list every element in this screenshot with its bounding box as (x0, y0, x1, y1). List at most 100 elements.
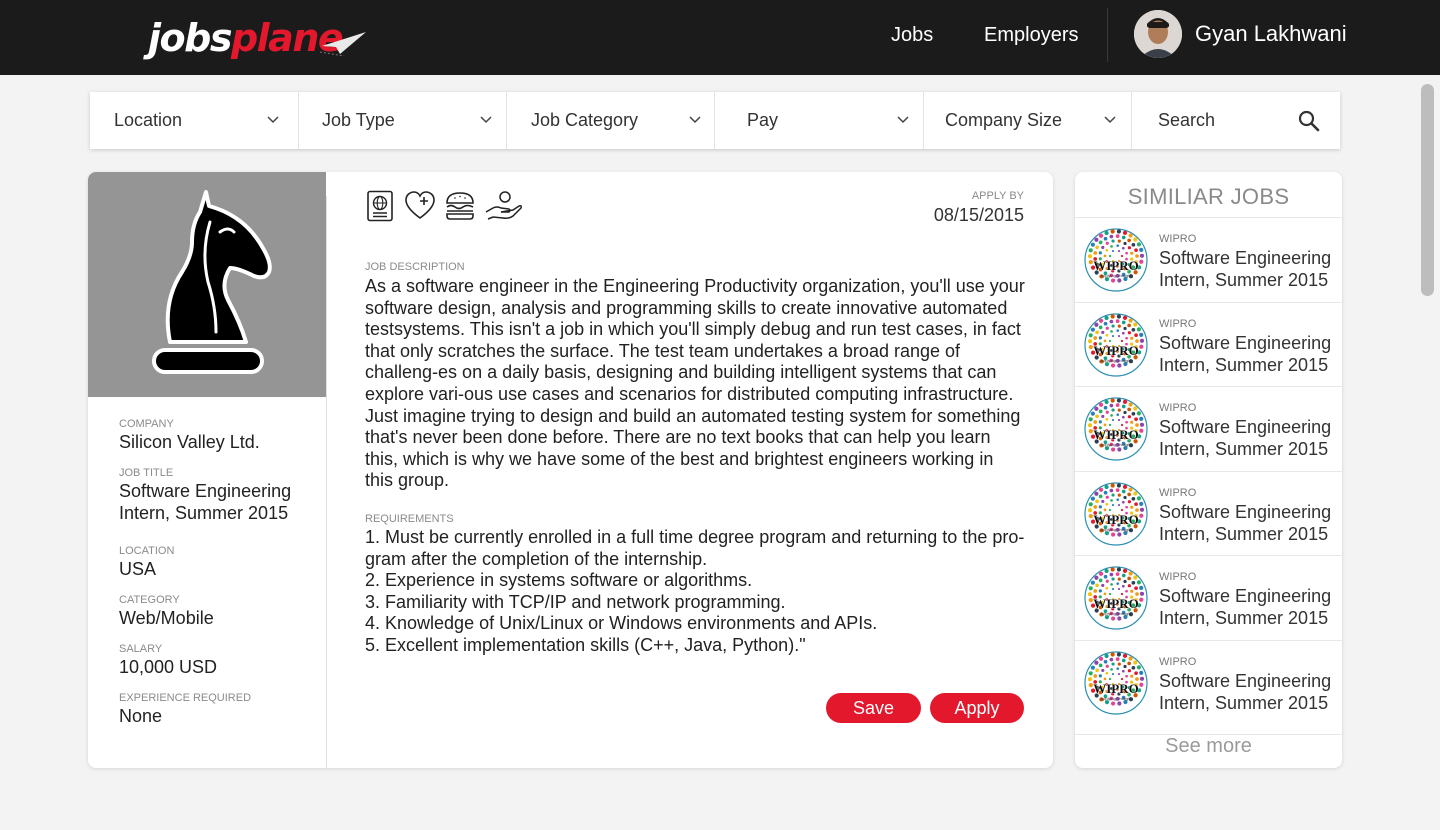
similar-job-title: Software Engineering Intern, Summer 2015 (1159, 586, 1332, 628)
wipro-logo-tagline: Applying Thought (1100, 527, 1132, 532)
filter-job-type-dropdown[interactable]: Job Type (299, 92, 507, 149)
similar-job-item[interactable]: WIPRO Applying Thought WIPRO Software En… (1075, 301, 1342, 387)
similar-job-company: WIPRO (1159, 402, 1197, 414)
scrollbar-thumb[interactable] (1421, 84, 1434, 296)
similar-job-company: WIPRO (1159, 233, 1197, 245)
filter-bar: Location Job Type Job Category Pay Compa… (90, 92, 1340, 149)
similar-jobs-list: WIPRO Applying Thought WIPRO Software En… (1075, 217, 1342, 724)
similar-job-title: Software Engineering Intern, Summer 2015 (1159, 248, 1332, 290)
search-input-placeholder: Search (1158, 110, 1216, 130)
burger-icon (446, 192, 474, 220)
salary-label: SALARY (119, 643, 163, 655)
requirements-label: REQUIREMENTS (365, 513, 454, 525)
category-value: Web/Mobile (119, 608, 214, 628)
see-more-link[interactable]: See more (1075, 734, 1342, 758)
filter-location-dropdown[interactable]: Location (90, 92, 299, 149)
location-label: LOCATION (119, 545, 175, 557)
requirement-item: 3. Familiarity with TCP/IP and network p… (365, 591, 786, 612)
wipro-logo: WIPRO Applying Thought (1084, 228, 1148, 292)
nav-jobs-link[interactable]: Jobs (891, 22, 933, 48)
experience-value: None (119, 706, 163, 726)
chess-knight-icon (152, 190, 272, 374)
logo-part-jobs: jobs (148, 16, 232, 60)
column-divider (326, 196, 327, 768)
similar-job-item[interactable]: WIPRO Applying Thought WIPRO Software En… (1075, 555, 1342, 640)
requirement-item: 5. Excellent implementation skills (C++,… (365, 634, 806, 655)
filter-label: Job Category (531, 110, 639, 130)
job-detail-card: COMPANY Silicon Valley Ltd. JOB TITLE So… (88, 172, 1053, 768)
filter-label: Pay (747, 110, 779, 130)
avatar[interactable] (1134, 10, 1182, 58)
apply-by-date: 08/15/2015 (933, 205, 1024, 225)
wipro-logo-text: WIPRO (1093, 512, 1139, 527)
location-value: USA (119, 559, 157, 579)
location-info: LOCATION USA (119, 544, 174, 580)
requirements-list: 1. Must be currently enrolled in a full … (365, 527, 1025, 657)
similar-job-title: Software Engineering Intern, Summer 2015 (1159, 501, 1332, 544)
apply-by-label: APPLY BY (971, 190, 1024, 202)
save-button[interactable]: Save (826, 693, 921, 723)
company-label: COMPANY (119, 418, 174, 430)
wipro-logo-text: WIPRO (1093, 343, 1139, 358)
job-title-info: JOB TITLE Software Engineering Intern, S… (119, 466, 309, 524)
experience-label: EXPERIENCE REQUIRED (119, 692, 252, 704)
similar-job-item[interactable]: WIPRO Applying Thought WIPRO Software En… (1075, 639, 1342, 725)
salary-value: 10,000 USD (119, 657, 218, 677)
chevron-down-icon (689, 116, 701, 124)
similar-job-title: Software Engineering Intern, Summer 2015 (1159, 670, 1332, 713)
perk-icons (365, 190, 523, 222)
filter-company-size-dropdown[interactable]: Company Size (924, 92, 1132, 149)
wipro-logo-tagline: Applying Thought (1100, 611, 1132, 616)
filter-job-category-dropdown[interactable]: Job Category (507, 92, 715, 149)
job-title-label: JOB TITLE (119, 467, 174, 479)
user-name[interactable]: Gyan Lakhwani (1195, 20, 1347, 48)
wipro-logo: WIPRO Applying Thought (1084, 481, 1148, 546)
similar-job-item[interactable]: WIPRO Applying Thought WIPRO Software En… (1075, 470, 1342, 556)
similar-job-company: WIPRO (1159, 486, 1197, 499)
chevron-down-icon (1104, 116, 1116, 124)
wipro-logo: WIPRO Applying Thought (1084, 397, 1148, 461)
job-title: Software Engineering Intern, Summer 2015 (119, 481, 292, 523)
wipro-logo: WIPRO Applying Thought (1084, 312, 1148, 377)
wipro-logo-tagline: Applying Thought (1100, 696, 1132, 701)
salary-info: SALARY 10,000 USD (119, 642, 217, 678)
wipro-logo: WIPRO Applying Thought (1084, 566, 1148, 630)
job-description: As a software engineer in the Engineerin… (365, 276, 1025, 491)
search-icon[interactable] (1298, 110, 1320, 132)
passport-icon (367, 190, 393, 222)
logo-wordmark: jobsplane (148, 16, 344, 60)
hand-giving-icon (485, 191, 522, 220)
filter-pay-dropdown[interactable]: Pay (715, 92, 924, 149)
similar-job-company: WIPRO (1159, 655, 1197, 668)
similar-job-title: Software Engineering Intern, Summer 2015 (1159, 417, 1332, 459)
wipro-logo-tagline: Applying Thought (1100, 358, 1132, 363)
wipro-logo-text: WIPRO (1093, 258, 1139, 273)
chevron-down-icon (267, 116, 279, 124)
apply-button[interactable]: Apply (930, 693, 1024, 723)
similar-job-company: WIPRO (1159, 571, 1197, 583)
filter-label: Location (114, 110, 183, 130)
search-field[interactable]: Search (1132, 92, 1340, 149)
similar-job-item[interactable]: WIPRO Applying Thought WIPRO Software En… (1075, 386, 1342, 471)
user-avatar-icon (1134, 10, 1182, 58)
wipro-logo-text: WIPRO (1093, 681, 1139, 696)
similar-job-title: Software Engineering Intern, Summer 2015 (1159, 332, 1332, 375)
jobsplane-logo[interactable]: jobsplane (148, 12, 370, 66)
similar-jobs-title: SIMILIAR JOBS (1127, 184, 1290, 209)
wipro-logo-tagline: Applying Thought (1100, 273, 1132, 278)
company-name: Silicon Valley Ltd. (119, 432, 260, 452)
wipro-logo-text: WIPRO (1093, 596, 1139, 611)
nav-employers-link[interactable]: Employers (984, 22, 1078, 48)
chevron-down-icon (480, 116, 492, 124)
similar-job-item[interactable]: WIPRO Applying Thought WIPRO Software En… (1075, 217, 1342, 302)
similar-job-company: WIPRO (1159, 317, 1197, 330)
requirement-item: 1. Must be currently enrolled in a full … (365, 527, 1025, 569)
requirement-item: 2. Experience in systems software or alg… (365, 570, 753, 591)
nav-divider (1107, 8, 1108, 62)
experience-info: EXPERIENCE REQUIRED None (119, 691, 251, 727)
requirement-item: 4. Knowledge of Unix/Linux or Windows en… (365, 613, 878, 634)
job-description-label: JOB DESCRIPTION (365, 261, 465, 273)
company-info: COMPANY Silicon Valley Ltd. (119, 417, 260, 453)
filter-label: Job Type (322, 110, 395, 130)
health-heart-icon (405, 191, 435, 219)
